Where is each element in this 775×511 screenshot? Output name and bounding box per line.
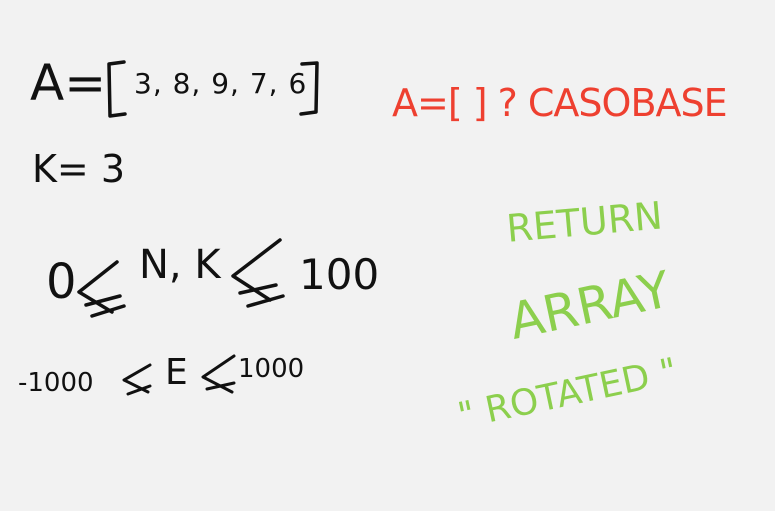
array-values: 3, 8, 9, 7, 6 (134, 67, 308, 100)
ink-strokes (77, 60, 319, 396)
constraint-e-max: 1000 (238, 354, 305, 384)
constraint-n-k: N, K (139, 242, 221, 288)
left-bracket-stroke (107, 60, 127, 118)
base-case-note: A=[ ] ? CASOBASE (392, 81, 728, 125)
leq-sign-4-underline (205, 381, 236, 391)
constraint-e-min: -1000 (18, 368, 94, 398)
constraint-zero: 0 (46, 254, 77, 310)
k-value: K= 3 (32, 147, 126, 191)
constraint-e: E (165, 352, 188, 393)
array-label: A= (30, 54, 107, 112)
constraint-max-100: 100 (299, 250, 380, 299)
whiteboard-canvas: A= 3, 8, 9, 7, 6 K= 3 0 N, K 100 -1000 E… (0, 0, 775, 511)
